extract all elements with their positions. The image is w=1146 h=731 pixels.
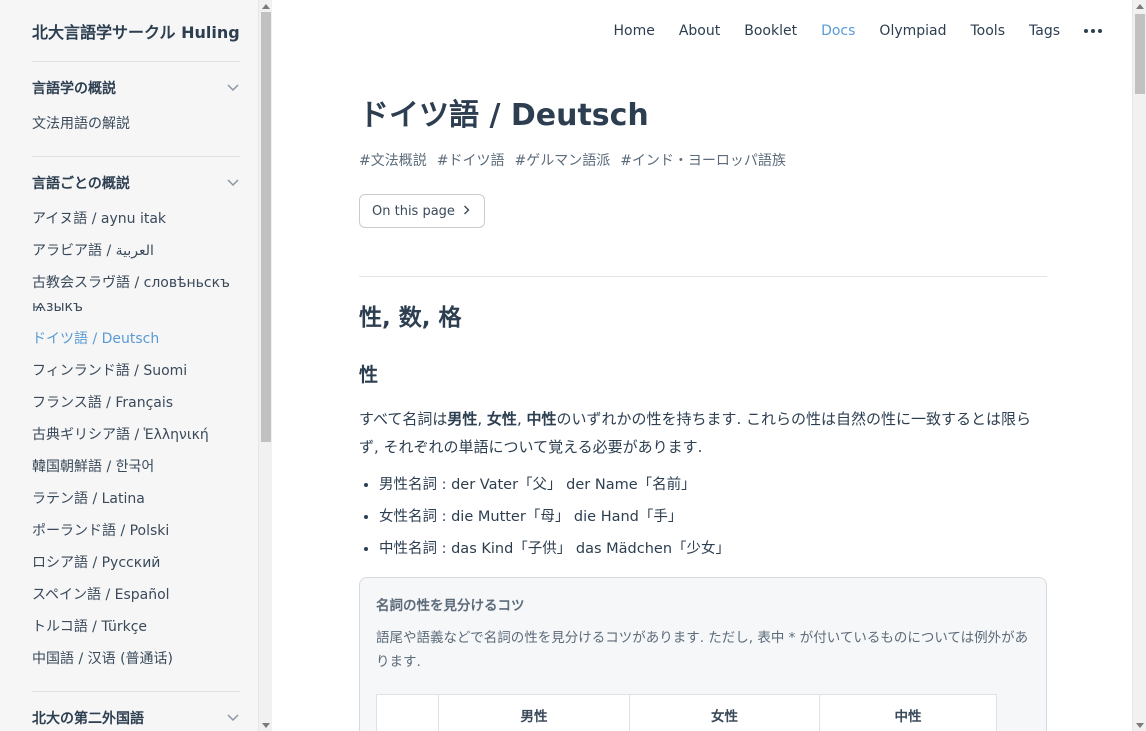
sidebar-group-languages: 言語ごとの概説 アイヌ語 / aynu itak アラビア語 / العربية…	[32, 157, 240, 692]
tag-germanic[interactable]: #ゲルマン語派	[514, 150, 610, 170]
on-this-page-label: On this page	[372, 203, 455, 219]
nav-olympiad[interactable]: Olympiad	[879, 23, 946, 39]
sidebar-group-linguistics: 言語学の概説 文法用語の解説	[32, 62, 240, 157]
nav-home[interactable]: Home	[613, 23, 654, 39]
site-brand[interactable]: 北大言語学サークル Huling	[32, 0, 240, 62]
subsection-heading-gender: 性	[359, 364, 379, 386]
sidebar-item-finnish[interactable]: フィンランド語 / Suomi	[32, 355, 240, 387]
nav-docs[interactable]: Docs	[821, 23, 855, 39]
callout-text: 語尾や語義などで名詞の性を見分けるコツがあります. ただし, 表中 * が付いて…	[376, 630, 1029, 670]
sidebar-item-chinese[interactable]: 中国語 / 汉语 (普通话)	[32, 643, 240, 675]
sidebar-item-turkish[interactable]: トルコ語 / Türkçe	[32, 611, 240, 643]
chevron-down-icon[interactable]	[226, 176, 240, 190]
tag-grammar-overview[interactable]: #文法概説	[359, 150, 427, 170]
scroll-up-arrow-icon[interactable]	[1136, 4, 1144, 9]
paragraph-text: すべて名詞は	[359, 410, 448, 428]
chevron-down-icon[interactable]	[226, 711, 240, 725]
sidebar-group-hokudai: 北大の第二外国語	[32, 692, 240, 730]
nav-tags[interactable]: Tags	[1029, 23, 1060, 39]
chevron-right-icon	[463, 204, 470, 219]
sidebar-scrollbar[interactable]	[258, 0, 272, 731]
more-menu-icon[interactable]	[1084, 24, 1102, 38]
sidebar-group-header[interactable]: 北大の第二外国語	[32, 706, 240, 730]
tip-callout: 名詞の性を見分けるコツ 語尾や語義などで名詞の性を見分けるコツがあります. ただ…	[359, 577, 1047, 731]
scroll-down-arrow-icon[interactable]	[262, 723, 270, 728]
gender-suffix-table: 男性 女性 中性	[376, 694, 997, 731]
sidebar: 北大言語学サークル Huling 言語学の概説 文法用語の解説 言語ごとの概説 …	[0, 0, 258, 731]
page-scrollbar-thumb[interactable]	[1135, 14, 1145, 94]
sidebar-item-arabic[interactable]: アラビア語 / العربية	[32, 235, 240, 267]
tag-german[interactable]: #ドイツ語	[437, 150, 505, 170]
list-item: 中性名詞 : das Kind「子供」 das Mädchen「少女」	[379, 533, 1047, 565]
sidebar-item-old-church-slavonic[interactable]: 古教会スラヴ語 / словѣньскъ ѩзыкъ	[32, 267, 240, 323]
main-content: ドイツ語 / Deutsch #文法概説 #ドイツ語 #ゲルマン語派 #インド・…	[359, 62, 1047, 731]
scroll-up-arrow-icon[interactable]	[262, 4, 270, 9]
scroll-down-arrow-icon[interactable]	[1136, 723, 1144, 728]
sidebar-item-french[interactable]: フランス語 / Français	[32, 387, 240, 419]
gender-examples-list: 男性名詞 : der Vater「父」 der Name「名前」 女性名詞 : …	[359, 469, 1047, 565]
nav-booklet[interactable]: Booklet	[744, 23, 797, 39]
sidebar-group-header[interactable]: 言語ごとの概説	[32, 171, 240, 195]
sidebar-item-ancient-greek[interactable]: 古典ギリシア語 / Ἑλληνική	[32, 419, 240, 451]
tag-indo-european[interactable]: #インド・ヨーロッパ語族	[620, 150, 786, 170]
sidebar-group-title: 言語ごとの概説	[32, 176, 130, 192]
content-divider	[359, 276, 1047, 277]
term-neuter: 中性	[526, 410, 557, 428]
list-item: 男性名詞 : der Vater「父」 der Name「名前」	[379, 469, 1047, 501]
page-title: ドイツ語 / Deutsch	[359, 98, 649, 133]
sidebar-item-german[interactable]: ドイツ語 / Deutsch	[32, 323, 240, 355]
table-header-cell: 女性	[629, 694, 820, 731]
nav-about[interactable]: About	[679, 23, 720, 39]
sidebar-scrollbar-thumb[interactable]	[261, 12, 271, 442]
chevron-down-icon[interactable]	[226, 81, 240, 95]
sidebar-group-header[interactable]: 言語学の概説	[32, 76, 240, 100]
sidebar-group-title: 言語学の概説	[32, 81, 116, 97]
gender-paragraph: すべて名詞は男性, 女性, 中性のいずれかの性を持ちます. これらの性は自然の性…	[359, 405, 1047, 461]
sidebar-item-korean[interactable]: 韓国朝鮮語 / 한국어	[32, 451, 240, 483]
callout-title: 名詞の性を見分けるコツ	[376, 598, 525, 614]
table-header-row: 男性 女性 中性	[376, 694, 997, 731]
on-this-page-button[interactable]: On this page	[359, 194, 485, 228]
term-masculine: 男性	[447, 410, 478, 428]
sidebar-group-title: 北大の第二外国語	[32, 711, 144, 727]
term-feminine: 女性	[486, 410, 517, 428]
sidebar-item-russian[interactable]: ロシア語 / Русский	[32, 547, 240, 579]
nav-tools[interactable]: Tools	[971, 23, 1006, 39]
top-navbar: Home About Booklet Docs Olympiad Tools T…	[272, 0, 1132, 62]
tag-list: #文法概説 #ドイツ語 #ゲルマン語派 #インド・ヨーロッパ語族	[359, 150, 1047, 170]
sidebar-item-ainu[interactable]: アイヌ語 / aynu itak	[32, 203, 240, 235]
sidebar-item-polish[interactable]: ポーランド語 / Polski	[32, 515, 240, 547]
separator: ,	[477, 410, 487, 428]
sidebar-item-grammar-terms[interactable]: 文法用語の解説	[32, 108, 240, 140]
table-header-cell: 男性	[438, 694, 630, 731]
page-scrollbar[interactable]	[1132, 0, 1146, 731]
table-header-cell: 中性	[819, 694, 997, 731]
section-heading-gender-number-case: 性, 数, 格	[359, 305, 462, 331]
sidebar-item-spanish[interactable]: スペイン語 / Español	[32, 579, 240, 611]
table-header-cell	[376, 694, 439, 731]
sidebar-item-latin[interactable]: ラテン語 / Latina	[32, 483, 240, 515]
list-item: 女性名詞 : die Mutter「母」 die Hand「手」	[379, 501, 1047, 533]
